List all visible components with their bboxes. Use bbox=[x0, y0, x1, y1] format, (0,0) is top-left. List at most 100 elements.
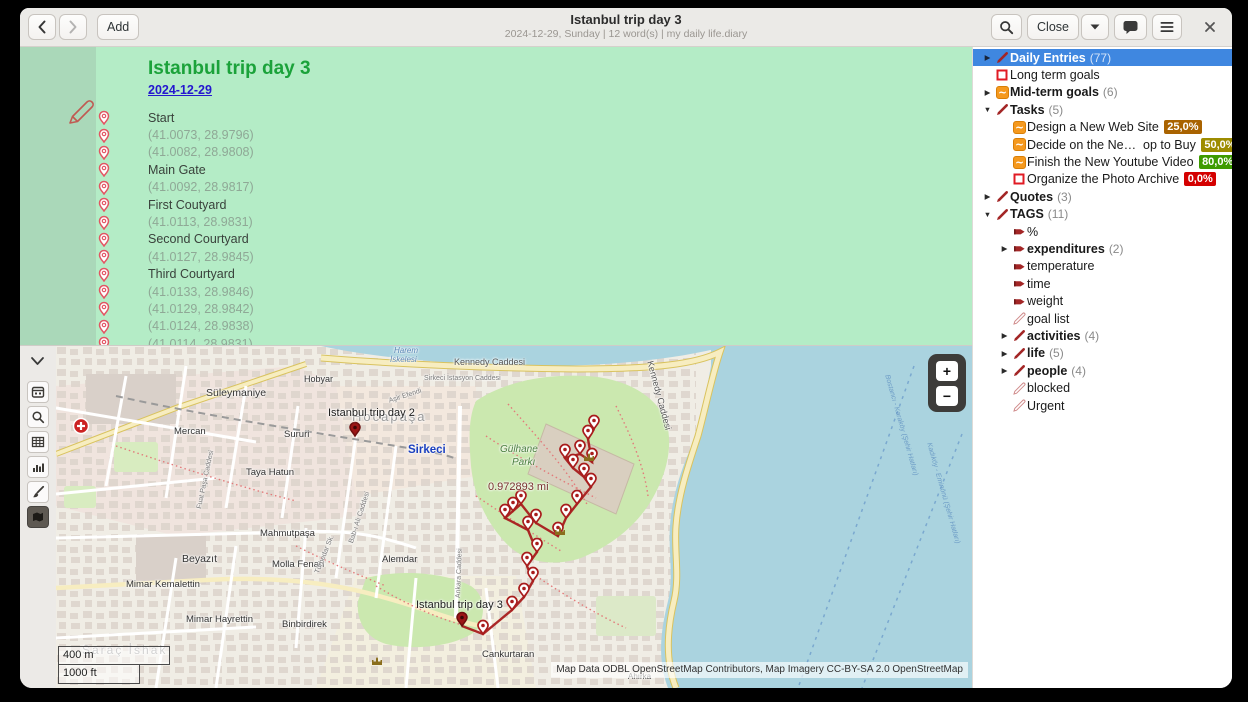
pencil-icon bbox=[1011, 347, 1027, 360]
location-pin-icon bbox=[98, 284, 110, 299]
collapse-panel-button[interactable] bbox=[30, 353, 45, 371]
tree-item-long-term-goals[interactable]: Long term goals bbox=[973, 66, 1232, 83]
tree-item-label: Quotes bbox=[1010, 190, 1053, 204]
entry-location-row[interactable]: (41.0113, 28.9831) bbox=[98, 213, 254, 230]
chart-tool-button[interactable] bbox=[27, 456, 49, 478]
entry-location-row[interactable]: First Coutyard bbox=[98, 196, 254, 213]
hamburger-icon bbox=[1160, 21, 1174, 33]
location-pin-icon bbox=[98, 215, 110, 230]
zoom-out-button[interactable]: − bbox=[936, 386, 958, 406]
tree-item-expenditures[interactable]: ▶expenditures(2) bbox=[973, 240, 1232, 257]
add-button[interactable]: Add bbox=[97, 14, 139, 40]
scale-metric: 400 m bbox=[58, 646, 170, 665]
entry-editor[interactable]: Istanbul trip day 3 2024-12-29 Start(41.… bbox=[20, 47, 972, 345]
tree-item-weight[interactable]: weight bbox=[973, 292, 1232, 309]
svg-text:~: ~ bbox=[1015, 139, 1024, 151]
entry-location-row[interactable]: (41.0127, 28.9845) bbox=[98, 248, 254, 265]
tree-item-life[interactable]: ▶life(5) bbox=[973, 345, 1232, 362]
progress-badge: 80,0% bbox=[1199, 155, 1232, 169]
close-entry-button[interactable]: Close bbox=[1027, 14, 1079, 40]
entry-location-row[interactable]: (41.0114, 28.9831) bbox=[98, 335, 254, 345]
svg-text:~: ~ bbox=[1015, 157, 1024, 169]
item-count: (4) bbox=[1071, 364, 1086, 378]
tree-item-label: activities bbox=[1027, 329, 1081, 343]
tree-item-label: Long term goals bbox=[1010, 68, 1100, 82]
tree-item-[interactable]: % bbox=[973, 223, 1232, 240]
close-menu-arrow-button[interactable] bbox=[1081, 14, 1109, 40]
tree-item-label: temperature bbox=[1027, 259, 1094, 273]
entry-title: Istanbul trip day 3 bbox=[148, 57, 311, 81]
wave-icon: ~ bbox=[994, 86, 1010, 99]
tree-item-mid-term-goals[interactable]: ▶~Mid-term goals(6) bbox=[973, 84, 1232, 101]
tree-item-label: people bbox=[1027, 364, 1067, 378]
entry-location-row[interactable]: (41.0082, 28.9808) bbox=[98, 144, 254, 161]
chevron-down-icon bbox=[1090, 24, 1100, 30]
location-pin-icon bbox=[98, 249, 110, 264]
expander-down-icon[interactable]: ▼ bbox=[981, 210, 994, 219]
table-tool-button[interactable] bbox=[27, 431, 49, 453]
entry-location-row[interactable]: Main Gate bbox=[98, 161, 254, 178]
location-pin-icon bbox=[98, 232, 110, 247]
zoom-in-button[interactable]: + bbox=[936, 361, 958, 381]
tree-item-tasks[interactable]: ▼Tasks(5) bbox=[973, 101, 1232, 118]
map-scale: 400 m 1000 ft bbox=[58, 646, 170, 684]
entry-location-row[interactable]: Second Courtyard bbox=[98, 231, 254, 248]
tree-item-label: Finish the New Youtube Video bbox=[1027, 155, 1194, 169]
entry-location-row[interactable]: (41.0073, 28.9796) bbox=[98, 126, 254, 143]
tag-icon bbox=[1011, 295, 1027, 308]
entry-location-row[interactable]: (41.0129, 28.9842) bbox=[98, 300, 254, 317]
tree-item-finish-the-new-youtube-video[interactable]: ~Finish the New Youtube Video 80,0% bbox=[973, 153, 1232, 170]
tree-item-activities[interactable]: ▶activities(4) bbox=[973, 327, 1232, 344]
tree-item-goal-list[interactable]: goal list bbox=[973, 310, 1232, 327]
location-pin-icon bbox=[98, 336, 110, 345]
tree-item-label: % bbox=[1027, 225, 1038, 239]
tree-item-temperature[interactable]: temperature bbox=[973, 258, 1232, 275]
expander-down-icon[interactable]: ▼ bbox=[981, 105, 994, 114]
window-close-button[interactable] bbox=[1196, 14, 1224, 40]
tree-item-urgent[interactable]: Urgent bbox=[973, 397, 1232, 414]
tree-item-people[interactable]: ▶ people (4) bbox=[973, 362, 1232, 379]
headerbar: Add Istanbul trip day 3 2024-12-29, Sund… bbox=[20, 8, 1232, 47]
square-icon bbox=[1011, 173, 1027, 185]
expander-right-icon[interactable]: ▶ bbox=[981, 88, 994, 97]
tree-item-quotes[interactable]: ▶Quotes(3) bbox=[973, 188, 1232, 205]
tree-item-daily-entries[interactable]: ▶Daily Entries(77) bbox=[973, 49, 1232, 66]
tag-icon bbox=[1011, 277, 1027, 290]
search-tool-button[interactable] bbox=[27, 406, 49, 428]
entry-location-row[interactable]: Third Courtyard bbox=[98, 266, 254, 283]
entry-location-row[interactable]: (41.0133, 28.9846) bbox=[98, 283, 254, 300]
tree-item-decide-on-the-ne-op-to-buy[interactable]: ~Decide on the Ne… op to Buy50,0% bbox=[973, 136, 1232, 153]
forward-button[interactable] bbox=[59, 14, 87, 40]
location-pin-icon bbox=[98, 110, 110, 125]
entry-location-row[interactable]: (41.0092, 28.9817) bbox=[98, 179, 254, 196]
expander-right-icon[interactable]: ▶ bbox=[981, 192, 994, 201]
back-button[interactable] bbox=[28, 14, 56, 40]
map-canvas[interactable]: HocapaşaSaraç İshakHaremİskelesiKennedy … bbox=[56, 346, 972, 688]
wave-icon: ~ bbox=[1011, 138, 1027, 151]
map-tool-button[interactable] bbox=[27, 506, 49, 528]
menu-button[interactable] bbox=[1152, 14, 1182, 40]
tree-item-design-a-new-web-site[interactable]: ~Design a New Web Site25,0% bbox=[973, 119, 1232, 136]
expander-right-icon[interactable]: ▶ bbox=[998, 244, 1011, 253]
search-button[interactable] bbox=[991, 14, 1022, 40]
comment-button[interactable] bbox=[1114, 14, 1147, 40]
calendar-tool-button[interactable] bbox=[27, 381, 49, 403]
tree-item-blocked[interactable]: blocked bbox=[973, 379, 1232, 396]
expander-right-icon[interactable]: ▶ bbox=[998, 349, 1011, 358]
expander-right-icon[interactable]: ▶ bbox=[998, 331, 1011, 340]
svg-text:~: ~ bbox=[998, 87, 1007, 99]
tree-item-organize-the-photo-archive[interactable]: Organize the Photo Archive0,0% bbox=[973, 171, 1232, 188]
chevron-right-icon bbox=[68, 20, 78, 34]
panel-toolbar bbox=[20, 346, 56, 688]
expander-right-icon[interactable]: ▶ bbox=[998, 366, 1011, 375]
item-count: (11) bbox=[1048, 207, 1068, 221]
entry-location-row[interactable]: Start bbox=[98, 109, 254, 126]
entry-date-link[interactable]: 2024-12-29 bbox=[148, 81, 311, 99]
entry-location-row[interactable]: (41.0124, 28.9838) bbox=[98, 318, 254, 335]
expander-right-icon[interactable]: ▶ bbox=[981, 53, 994, 62]
map-icon bbox=[31, 510, 45, 524]
theme-tool-button[interactable] bbox=[27, 481, 49, 503]
tree-item-time[interactable]: time bbox=[973, 275, 1232, 292]
tree-item-tags[interactable]: ▼TAGS(11) bbox=[973, 206, 1232, 223]
tree-item-label: weight bbox=[1027, 294, 1063, 308]
